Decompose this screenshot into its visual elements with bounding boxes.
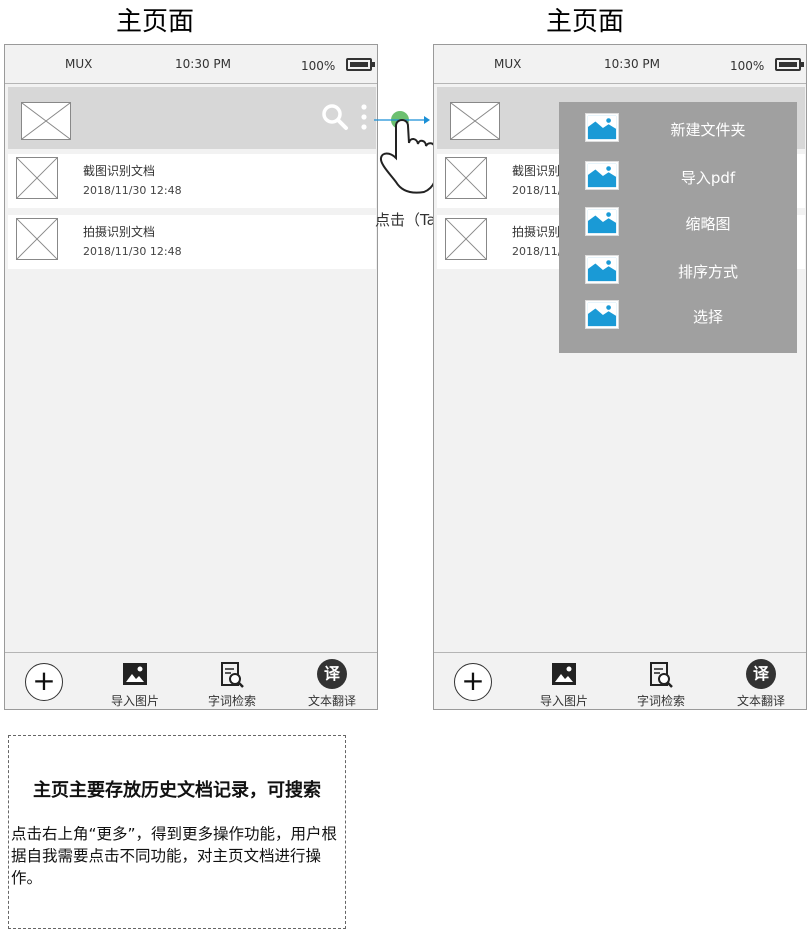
- document-item[interactable]: 截图识别文档 2018/11/30 12:48: [8, 154, 376, 208]
- menu-item-label: 选择: [692, 308, 723, 326]
- tab-text-translate[interactable]: 译 文本翻译: [302, 653, 362, 709]
- note-title: 主页主要存放历史文档记录，可搜索: [33, 780, 321, 801]
- document-thumbnail: [445, 218, 487, 260]
- screen-title-main: 主页面: [115, 7, 194, 37]
- image-icon: [585, 113, 619, 142]
- translate-icon: 译: [746, 659, 776, 689]
- menu-item-new-folder[interactable]: 新建文件夹: [559, 110, 797, 146]
- document-thumbnail: [445, 157, 487, 199]
- more-icon[interactable]: [360, 103, 368, 131]
- clock: 10:30 PM: [175, 57, 231, 71]
- menu-item-label: 缩略图: [685, 215, 731, 233]
- document-title: 截图识别: [512, 164, 561, 178]
- menu-item-label: 排序方式: [677, 263, 738, 281]
- menu-item-label: 新建文件夹: [670, 121, 746, 139]
- tab-word-search[interactable]: 字词检索: [202, 653, 262, 709]
- menu-item-import-pdf[interactable]: 导入pdf: [559, 158, 797, 194]
- app-header: [8, 87, 376, 149]
- document-thumbnail: [16, 218, 58, 260]
- carrier-label: MUX: [494, 57, 522, 71]
- document-item[interactable]: 拍摄识别文档 2018/11/30 12:48: [8, 215, 376, 269]
- tab-label: 字词检索: [207, 694, 256, 708]
- image-icon: [585, 207, 619, 236]
- menu-item-sort[interactable]: 排序方式: [559, 252, 797, 288]
- more-menu: 新建文件夹 导入pdf 缩略图 排序方式 选择: [559, 102, 797, 353]
- note-body: 点击右上角“更多”，得到更多操作功能，用户根据自我需要点击不同功能，对主页文档进…: [11, 825, 338, 887]
- document-date: 2018/11/30 12:48: [83, 245, 182, 258]
- tab-text-translate[interactable]: 译 文本翻译: [731, 653, 791, 709]
- add-button[interactable]: +: [454, 663, 492, 701]
- battery-percent: 100%: [301, 59, 336, 73]
- tab-label: 导入图片: [110, 694, 159, 708]
- document-title: 截图识别文档: [83, 164, 156, 178]
- phone-screen-main: MUX 10:30 PM 100% 截图识别文档 2018/11/30 12:4…: [4, 44, 378, 710]
- tap-gesture: [374, 111, 438, 194]
- image-icon: [585, 255, 619, 284]
- logo-image: [450, 102, 500, 140]
- tab-label: 文本翻译: [307, 694, 356, 708]
- search-icon[interactable]: [321, 103, 349, 131]
- document-search-icon: [221, 662, 244, 688]
- tab-label: 文本翻译: [736, 694, 785, 708]
- status-bar: MUX 10:30 PM 100%: [5, 45, 377, 84]
- tab-import-image[interactable]: 导入图片: [534, 653, 594, 709]
- menu-item-thumbnail[interactable]: 缩略图: [559, 204, 797, 240]
- bottom-tab-bar: + 导入图片 字词检索 译 文本翻译: [434, 652, 806, 709]
- document-title: 拍摄识别: [512, 225, 561, 239]
- document-date: 2018/11/30 12:48: [83, 184, 182, 197]
- image-icon: [585, 161, 619, 190]
- document-title: 拍摄识别文档: [83, 225, 156, 239]
- logo-image: [21, 102, 71, 140]
- translate-icon: 译: [317, 659, 347, 689]
- battery-percent: 100%: [730, 59, 765, 73]
- tab-label: 导入图片: [539, 694, 588, 708]
- add-button[interactable]: +: [25, 663, 63, 701]
- tab-label: 字词检索: [636, 694, 685, 708]
- clock: 10:30 PM: [604, 57, 660, 71]
- tab-import-image[interactable]: 导入图片: [105, 653, 165, 709]
- document-thumbnail: [16, 157, 58, 199]
- status-bar: MUX 10:30 PM 100%: [434, 45, 806, 84]
- battery-icon: [346, 58, 375, 71]
- image-icon: [585, 300, 619, 329]
- menu-item-label: 导入pdf: [680, 169, 736, 187]
- document-search-icon: [650, 662, 673, 688]
- image-icon: [552, 663, 576, 685]
- phone-screen-menu: MUX 10:30 PM 100% 截图识别 2018/11/3 拍摄识别 20…: [433, 44, 807, 710]
- carrier-label: MUX: [65, 57, 93, 71]
- bottom-tab-bar: + 导入图片 字词检索 译 文本翻译: [5, 652, 377, 709]
- tab-word-search[interactable]: 字词检索: [631, 653, 691, 709]
- screen-title-menu: 主页面: [545, 7, 624, 37]
- annotation-note: 主页主要存放历史文档记录，可搜索 点击右上角“更多”，得到更多操作功能，用户根据…: [8, 735, 346, 929]
- image-icon: [123, 663, 147, 685]
- battery-icon: [775, 58, 804, 71]
- menu-item-select[interactable]: 选择: [559, 297, 797, 333]
